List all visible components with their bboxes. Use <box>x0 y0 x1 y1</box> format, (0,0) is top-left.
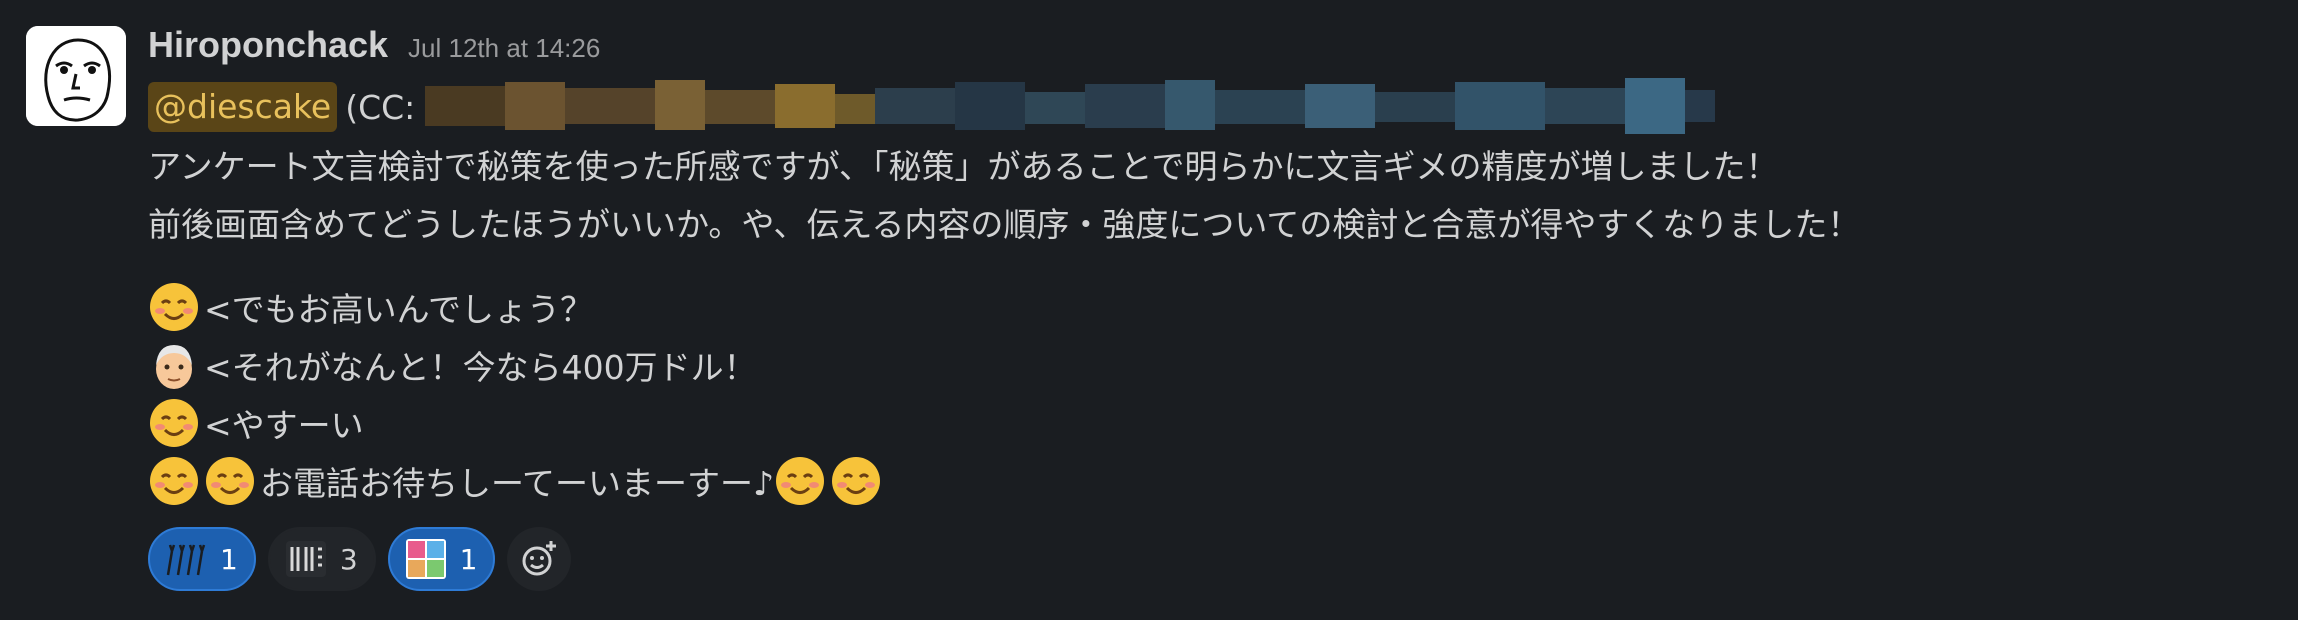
old-man-icon[interactable] <box>148 339 200 391</box>
reaction-count: 3 <box>339 542 358 576</box>
reaction-yatta[interactable]: 1 <box>387 527 496 591</box>
reaction-ii[interactable]: 3 <box>267 527 376 591</box>
ii-sticker-icon <box>285 541 326 577</box>
message-timestamp[interactable]: Jul 12th at 14:26 <box>408 33 600 64</box>
yatta-sticker-icon <box>405 539 446 579</box>
body-line-2: 前後画面含めてどうしたほうがいいか。や、伝える内容の順序・強度についての検討と合… <box>148 205 1861 244</box>
smiling-face-icon[interactable] <box>830 455 882 507</box>
dialogue-text-3: <やすーい <box>204 406 364 445</box>
author-name[interactable]: Hiroponchack <box>148 24 388 66</box>
smiling-face-icon[interactable] <box>148 455 200 507</box>
avatar[interactable] <box>26 26 126 126</box>
dialogue-text-4: お電話お待ちしーてーいまーすー♪ <box>260 464 775 503</box>
message-content: Hiroponchack Jul 12th at 14:26 @diescake… <box>148 24 2288 592</box>
redacted-mentions <box>425 78 1716 136</box>
reaction-count: 1 <box>459 542 478 576</box>
user-mention[interactable]: @diescake <box>148 82 338 132</box>
reactions-bar: 1 3 1 <box>148 526 2288 592</box>
message: Hiroponchack Jul 12th at 14:26 @diescake… <box>0 0 2298 620</box>
smiling-face-icon[interactable] <box>204 455 256 507</box>
reaction-count: 1 <box>220 542 238 576</box>
pixelated-redaction-icon <box>425 78 1716 134</box>
reaction-hands[interactable]: 1 <box>148 527 256 591</box>
add-reaction-button[interactable] <box>507 527 572 591</box>
smiling-face-icon[interactable] <box>148 397 200 449</box>
mention-line: @diescake (CC: <box>148 76 2288 138</box>
body-line-1: アンケート文言検討で秘策を使った所感ですが、「秘策」があることで明らかに文言ギメ… <box>148 147 1779 186</box>
hands-icon <box>166 544 206 576</box>
smiling-face-icon[interactable] <box>148 281 200 333</box>
dialogue-text-1: <でもお高いんでしょう？ <box>204 290 594 329</box>
face-drawing-icon <box>26 26 126 126</box>
dialogue-line-4: お電話お待ちしーてーいまーすー♪ <box>148 452 2288 510</box>
add-emoji-icon <box>522 541 557 576</box>
dialogue-line-1: <でもお高いんでしょう？ <box>148 278 2288 336</box>
cc-prefix: (CC: <box>345 87 416 127</box>
dialogue-line-3: <やすーい <box>148 394 2288 452</box>
dialogue-line-2: <それがなんと！今なら400万ドル！ <box>148 336 2288 394</box>
smiling-face-icon[interactable] <box>774 455 826 507</box>
message-header: Hiroponchack Jul 12th at 14:26 <box>148 24 2288 74</box>
dialogue-text-2: <それがなんと！今なら400万ドル！ <box>204 348 757 387</box>
